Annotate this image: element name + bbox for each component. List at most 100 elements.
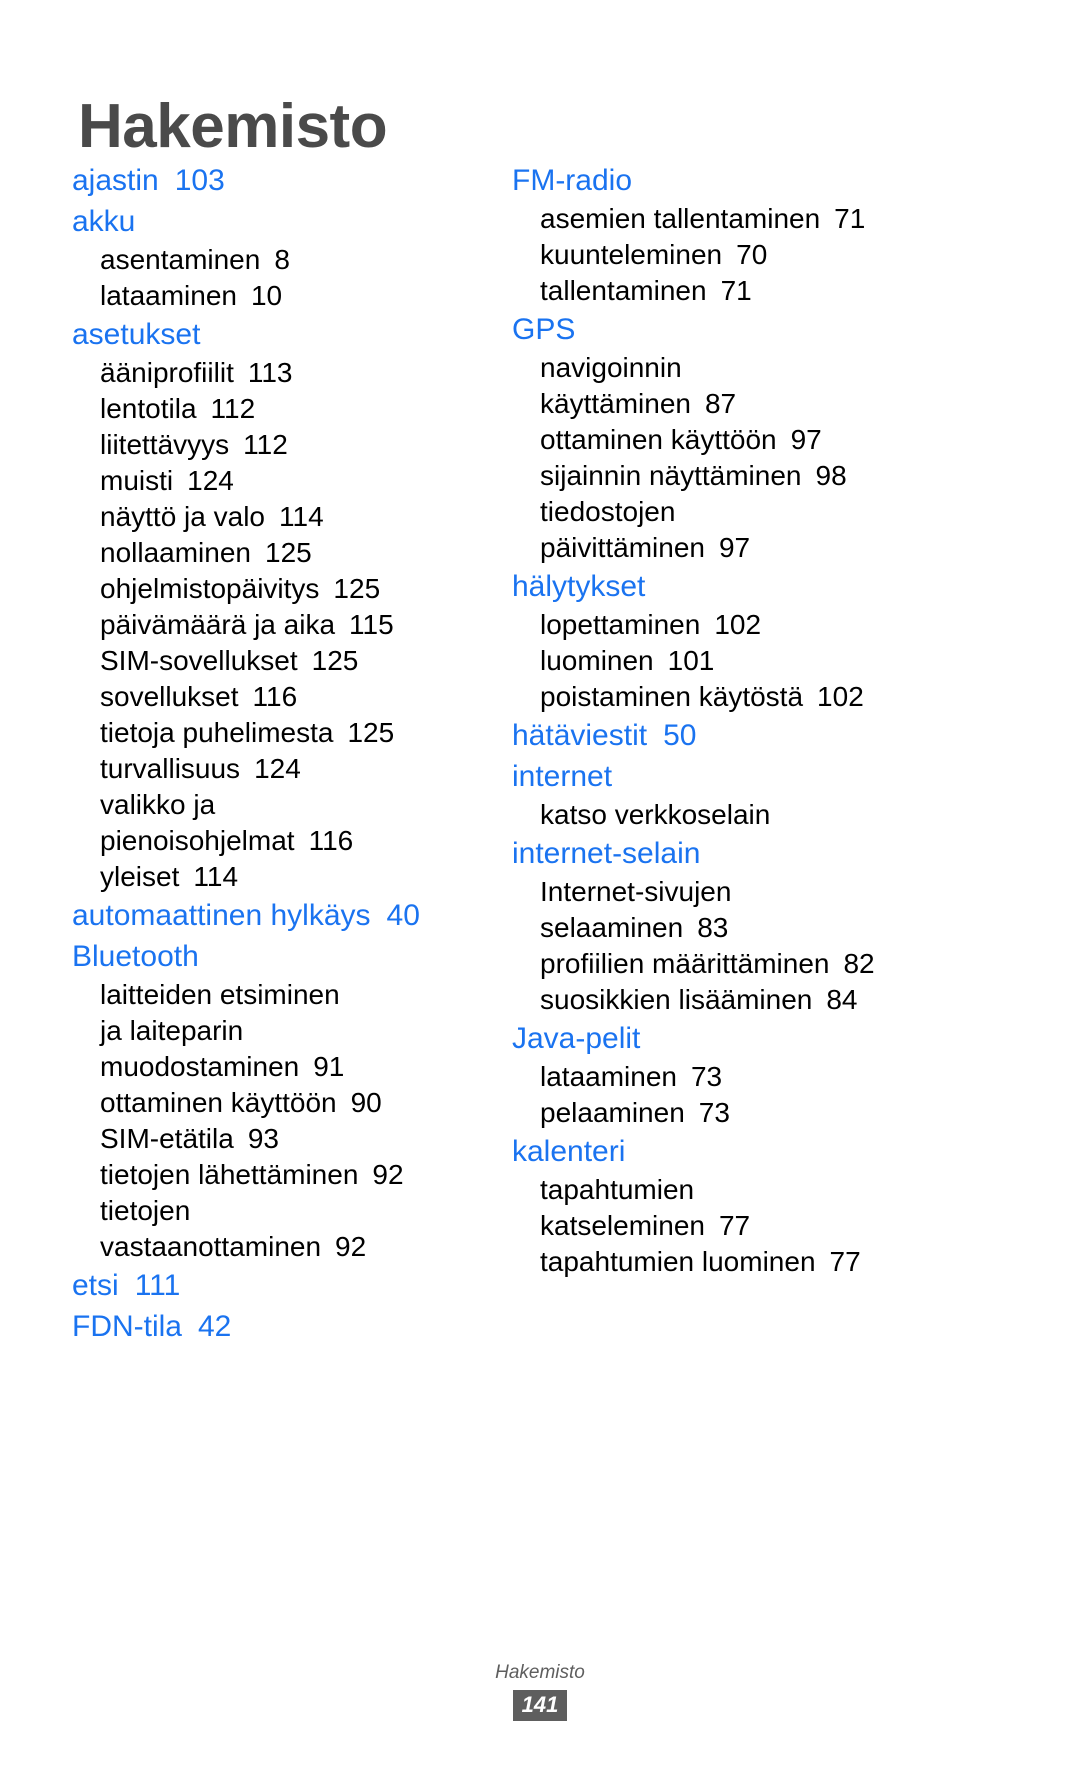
- index-subentry[interactable]: tietojen lähettäminen 92: [72, 1157, 492, 1193]
- index-subentry[interactable]: tapahtumien luominen 77: [512, 1244, 982, 1280]
- index-subentry[interactable]: Internet-sivujen: [512, 874, 982, 910]
- index-term[interactable]: kalenteri: [512, 1131, 982, 1172]
- index-subentry[interactable]: tietoja puhelimesta 125: [72, 715, 492, 751]
- index-subentry[interactable]: ääniprofiilit 113: [72, 355, 492, 391]
- index-subentry[interactable]: käyttäminen 87: [512, 386, 982, 422]
- index-page-number: 101: [667, 645, 715, 676]
- index-subentry[interactable]: lataaminen 10: [72, 278, 492, 314]
- index-subentry[interactable]: sovellukset 116: [72, 679, 492, 715]
- index-subentry[interactable]: tallentaminen 71: [512, 273, 982, 309]
- index-subentry[interactable]: muodostaminen 91: [72, 1049, 492, 1085]
- index-subentry[interactable]: ottaminen käyttöön 97: [512, 422, 982, 458]
- index-term[interactable]: internet-selain: [512, 833, 982, 874]
- index-term-label: asetukset: [72, 318, 201, 351]
- index-subentry[interactable]: luominen 101: [512, 643, 982, 679]
- index-subentry[interactable]: selaaminen 83: [512, 910, 982, 946]
- index-subentry[interactable]: SIM-etätila 93: [72, 1121, 492, 1157]
- index-subentry-label: lataaminen: [540, 1061, 677, 1092]
- index-subentry[interactable]: muisti 124: [72, 463, 492, 499]
- index-term-label: automaattinen hylkäys: [72, 899, 371, 932]
- index-page-number: 125: [347, 717, 395, 748]
- index-subentry[interactable]: liitettävyys 112: [72, 427, 492, 463]
- index-subentry[interactable]: päivämäärä ja aika 115: [72, 607, 492, 643]
- index-page-number: 93: [247, 1123, 279, 1154]
- index-subentry[interactable]: valikko ja: [72, 787, 492, 823]
- index-subentry[interactable]: SIM-sovellukset 125: [72, 643, 492, 679]
- index-subentry[interactable]: asemien tallentaminen 71: [512, 201, 982, 237]
- index-term[interactable]: Java-pelit: [512, 1018, 982, 1059]
- index-page-number: 125: [265, 537, 312, 568]
- index-subentry-label: ja laiteparin: [100, 1015, 244, 1046]
- index-page-number: 92: [335, 1231, 367, 1262]
- index-term-label: kalenteri: [512, 1135, 626, 1168]
- index-subentry[interactable]: pienoisohjelmat 116: [72, 823, 492, 859]
- index-subentry[interactable]: ottaminen käyttöön 90: [72, 1085, 492, 1121]
- index-subentry[interactable]: tietojen: [72, 1193, 492, 1229]
- footer-page-number: 141: [512, 1690, 568, 1721]
- index-term[interactable]: etsi 111: [72, 1265, 492, 1306]
- index-subentry-label: selaaminen: [540, 912, 684, 943]
- index-subentry[interactable]: navigoinnin: [512, 350, 982, 386]
- right-column: FM-radio asemien tallentaminen 71 kuuntelem…: [512, 160, 982, 1280]
- index-subentry-label: päivämäärä ja aika: [100, 609, 336, 640]
- index-term[interactable]: ajastin 103: [72, 160, 492, 201]
- index-term-label: Bluetooth: [72, 940, 199, 973]
- index-term[interactable]: akku: [72, 201, 492, 242]
- index-subentry-label: tietojen lähettäminen: [100, 1159, 359, 1190]
- index-page-number: 115: [349, 609, 394, 640]
- index-subentry[interactable]: asentaminen 8: [72, 242, 492, 278]
- index-subentry[interactable]: poistaminen käytöstä 102: [512, 679, 982, 715]
- index-subentry-label: suosikkien lisääminen: [540, 984, 813, 1015]
- index-term[interactable]: FDN-tila 42: [72, 1306, 492, 1347]
- index-subentry[interactable]: tiedostojen: [512, 494, 982, 530]
- index-subentry-label: luominen: [540, 645, 654, 676]
- index-subentry[interactable]: nollaaminen 125: [72, 535, 492, 571]
- index-subentry[interactable]: suosikkien lisääminen 84: [512, 982, 982, 1018]
- index-subentry[interactable]: yleiset 114: [72, 859, 492, 895]
- index-subentry[interactable]: ohjelmistopäivitys 125: [72, 571, 492, 607]
- index-page-number: 125: [333, 573, 381, 604]
- index-subentry[interactable]: lataaminen 73: [512, 1059, 982, 1095]
- index-term[interactable]: asetukset: [72, 314, 492, 355]
- index-subentry-label: tapahtumien luominen: [540, 1246, 816, 1277]
- index-subentry-label: ottaminen käyttöön: [100, 1087, 337, 1118]
- index-subentry-label: tiedostojen: [540, 496, 676, 527]
- index-subentry[interactable]: kuunteleminen 70: [512, 237, 982, 273]
- index-page-number: 113: [247, 357, 293, 388]
- index-subentry[interactable]: ja laiteparin: [72, 1013, 492, 1049]
- index-term[interactable]: GPS: [512, 309, 982, 350]
- index-term[interactable]: Bluetooth: [72, 936, 492, 977]
- index-subentry[interactable]: lentotila 112: [72, 391, 492, 427]
- index-page-number: 102: [817, 681, 864, 712]
- index-term-label: internet: [512, 760, 613, 793]
- index-term[interactable]: FM-radio: [512, 160, 982, 201]
- index-page: Hakemisto ajastin 103 akku asentaminen 8 lata…: [0, 0, 1080, 1771]
- index-subentry-label: poistaminen käytöstä: [540, 681, 804, 712]
- index-subentry[interactable]: katseleminen 77: [512, 1208, 982, 1244]
- index-page-number: 92: [372, 1159, 404, 1190]
- index-subentry[interactable]: tapahtumien: [512, 1172, 982, 1208]
- index-term[interactable]: internet: [512, 756, 982, 797]
- index-subentry[interactable]: turvallisuus 124: [72, 751, 492, 787]
- index-subentry[interactable]: profiilien määrittäminen 82: [512, 946, 982, 982]
- index-term[interactable]: hätäviestit 50: [512, 715, 982, 756]
- index-subentry-label: lentotila: [100, 393, 197, 424]
- index-subentry[interactable]: päivittäminen 97: [512, 530, 982, 566]
- index-subentry[interactable]: katso verkkoselain: [512, 797, 982, 833]
- index-subentry-label: sovellukset: [100, 681, 239, 712]
- index-subentry[interactable]: pelaaminen 73: [512, 1095, 982, 1131]
- index-page-number: 114: [193, 861, 239, 892]
- index-subentry[interactable]: laitteiden etsiminen: [72, 977, 492, 1013]
- index-subentry-label: asemien tallentaminen: [540, 203, 821, 234]
- index-term[interactable]: automaattinen hylkäys 40: [72, 895, 492, 936]
- index-subentry-label: turvallisuus: [100, 753, 241, 784]
- index-page-number: 124: [254, 753, 301, 784]
- index-subentry[interactable]: näyttö ja valo 114: [72, 499, 492, 535]
- index-subentry-label: liitettävyys: [100, 429, 230, 460]
- index-subentry-label: SIM-etätila: [100, 1123, 234, 1154]
- index-term[interactable]: hälytykset: [512, 566, 982, 607]
- index-subentry-label: tietojen: [100, 1195, 191, 1226]
- index-subentry[interactable]: sijainnin näyttäminen 98: [512, 458, 982, 494]
- index-subentry[interactable]: vastaanottaminen 92: [72, 1229, 492, 1265]
- index-subentry[interactable]: lopettaminen 102: [512, 607, 982, 643]
